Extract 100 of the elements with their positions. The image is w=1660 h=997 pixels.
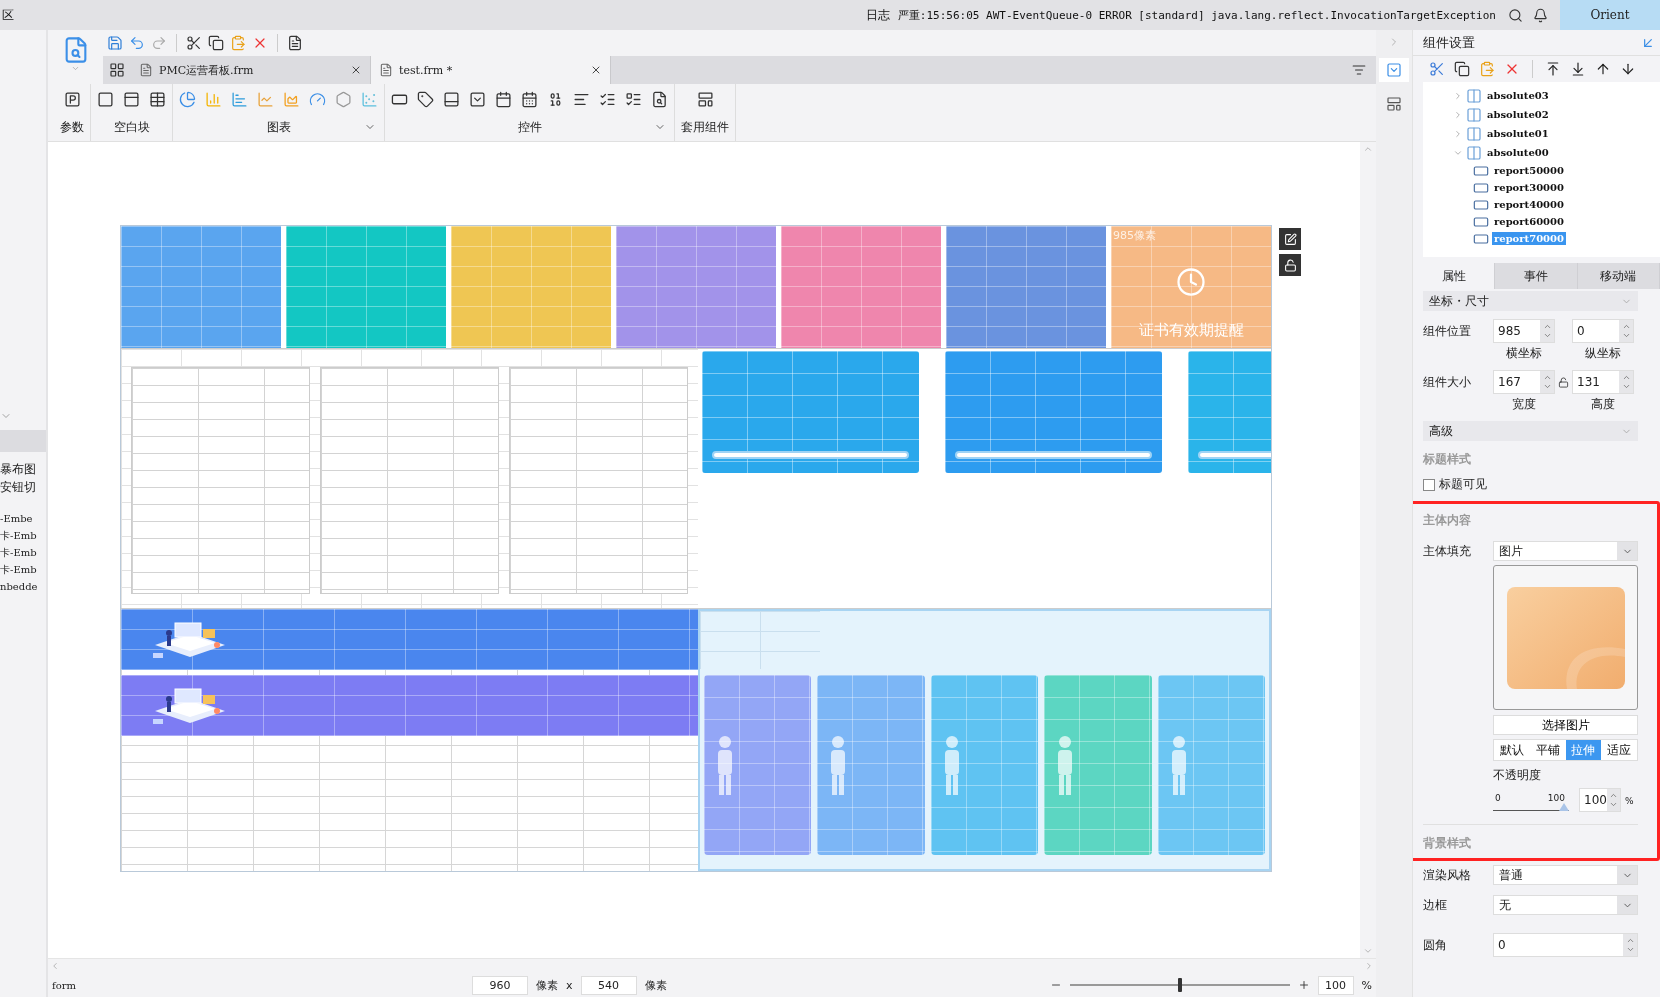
chevron-down-icon[interactable] xyxy=(1608,800,1618,809)
cut-icon[interactable] xyxy=(186,35,202,51)
expand-icon[interactable] xyxy=(1453,109,1463,120)
grid-add-icon[interactable] xyxy=(109,62,125,78)
label-icon[interactable] xyxy=(417,90,434,108)
button-widget-icon[interactable] xyxy=(443,90,460,108)
render-select[interactable]: 普通 xyxy=(1493,865,1638,885)
panel-item[interactable]: 卡-Emb xyxy=(0,527,46,544)
stat-card[interactable] xyxy=(945,351,1162,473)
move-bottom-icon[interactable] xyxy=(1570,61,1586,77)
table-grid[interactable] xyxy=(509,367,688,594)
dashboard-tile[interactable] xyxy=(451,226,611,348)
dashboard-tile[interactable] xyxy=(781,226,941,348)
chevron-up-icon[interactable] xyxy=(1621,322,1631,331)
property-tab[interactable]: 移动端 xyxy=(1577,263,1660,289)
chevron-up-icon[interactable] xyxy=(1621,373,1631,382)
figure-card[interactable] xyxy=(930,675,1039,855)
chevron-up-icon[interactable] xyxy=(1542,322,1552,331)
undo-icon[interactable] xyxy=(129,35,145,51)
table-grid[interactable] xyxy=(131,367,310,594)
dropdown-icon[interactable] xyxy=(469,90,486,108)
tree-item[interactable]: absolute00 xyxy=(1485,146,1551,159)
horizontal-scrollbar[interactable] xyxy=(48,958,1376,973)
table-grid[interactable] xyxy=(320,367,499,594)
chevron-up-icon[interactable] xyxy=(1625,936,1635,945)
fill-select[interactable]: 图片 xyxy=(1493,541,1638,561)
panel-item[interactable]: 卡-Emb xyxy=(0,561,46,578)
height-field[interactable]: 131 xyxy=(1572,370,1634,394)
horizontal-bar-chart-icon[interactable] xyxy=(231,90,248,108)
zoom-in-icon[interactable] xyxy=(1297,979,1310,991)
tree-item[interactable]: report60000 xyxy=(1492,215,1566,228)
opacity-field[interactable]: 100 xyxy=(1579,788,1621,812)
parameter-icon[interactable] xyxy=(63,90,81,108)
slider-thumb[interactable] xyxy=(1559,803,1569,811)
expand-icon[interactable] xyxy=(1453,90,1463,101)
dashboard-tile[interactable] xyxy=(121,226,281,348)
bar-chart-icon[interactable] xyxy=(205,90,222,108)
preview-icon[interactable] xyxy=(287,35,303,51)
move-top-icon[interactable] xyxy=(1545,61,1561,77)
tree-item[interactable]: absolute03 xyxy=(1485,89,1551,102)
pie-chart-icon[interactable] xyxy=(179,90,196,108)
expand-icon[interactable] xyxy=(1453,128,1463,139)
chevron-down-icon[interactable] xyxy=(1363,946,1373,956)
panel-item[interactable]: nbedde xyxy=(0,578,46,595)
close-icon[interactable] xyxy=(350,64,362,76)
date-icon[interactable] xyxy=(495,90,512,108)
figure-card[interactable] xyxy=(1044,675,1152,855)
lock-icon[interactable] xyxy=(1558,376,1569,388)
widget-settings-icon[interactable] xyxy=(1386,62,1402,78)
banner[interactable] xyxy=(121,609,698,670)
area-chart-icon[interactable] xyxy=(283,90,300,108)
chevron-right-icon[interactable] xyxy=(1364,961,1374,971)
property-tab[interactable]: 事件 xyxy=(1495,263,1578,289)
split-block-icon[interactable] xyxy=(123,90,140,108)
choose-image-button[interactable]: 选择图片 xyxy=(1493,715,1638,735)
user-name[interactable]: Orient xyxy=(1560,0,1660,30)
dashboard-tile[interactable] xyxy=(946,226,1106,348)
scatter-chart-icon[interactable] xyxy=(361,90,378,108)
banner[interactable] xyxy=(121,675,698,736)
redo-icon[interactable] xyxy=(151,35,167,51)
dashboard-tile[interactable] xyxy=(616,226,776,348)
calendar-icon[interactable] xyxy=(521,90,538,108)
search-icon[interactable] xyxy=(1508,7,1523,23)
dashboard-tile[interactable] xyxy=(286,226,446,348)
tree-item[interactable]: absolute01 xyxy=(1485,127,1551,140)
save-icon[interactable] xyxy=(107,35,123,51)
block-icon[interactable] xyxy=(97,90,114,108)
tree-item[interactable]: report30000 xyxy=(1492,181,1566,194)
copy-icon[interactable] xyxy=(1454,61,1470,77)
radius-field[interactable]: 0 xyxy=(1493,933,1638,957)
slider-thumb[interactable] xyxy=(1177,978,1182,992)
zoom-field[interactable]: 100 xyxy=(1317,975,1354,995)
card-panel[interactable] xyxy=(698,609,1271,871)
checkbox[interactable] xyxy=(1423,478,1435,491)
checkbox-group-icon[interactable] xyxy=(625,90,642,108)
border-select[interactable]: 无 xyxy=(1493,895,1638,915)
chevron-up-icon[interactable] xyxy=(1608,791,1618,800)
figure-card[interactable] xyxy=(817,675,925,855)
tree-item[interactable]: report40000 xyxy=(1492,198,1566,211)
bell-icon[interactable] xyxy=(1533,7,1548,23)
chevron-down-icon[interactable] xyxy=(1625,945,1635,954)
log-label[interactable]: 日志 xyxy=(865,6,890,24)
panel-item[interactable]: -Embe xyxy=(0,510,46,527)
chevron-up-icon[interactable] xyxy=(1363,144,1373,154)
gauge-icon[interactable] xyxy=(309,90,326,108)
menu-label[interactable]: 区 xyxy=(0,6,14,24)
figure-card[interactable] xyxy=(1157,675,1265,855)
layout-icon[interactable] xyxy=(1386,96,1402,112)
stat-card[interactable] xyxy=(702,351,919,473)
panel-item[interactable]: 安钮切 xyxy=(0,478,46,496)
move-down-icon[interactable] xyxy=(1620,61,1636,77)
chevron-down-icon[interactable] xyxy=(1542,382,1552,391)
chevron-up-icon[interactable] xyxy=(1542,373,1552,382)
line-chart-icon[interactable] xyxy=(257,90,274,108)
query-icon[interactable] xyxy=(651,90,668,108)
panel-item[interactable]: 暴布图 xyxy=(0,460,46,478)
paste-icon[interactable] xyxy=(1479,61,1495,77)
figure-card[interactable] xyxy=(704,675,812,855)
chevron-down-icon[interactable] xyxy=(1621,382,1631,391)
y-field[interactable]: 0 xyxy=(1572,319,1634,343)
